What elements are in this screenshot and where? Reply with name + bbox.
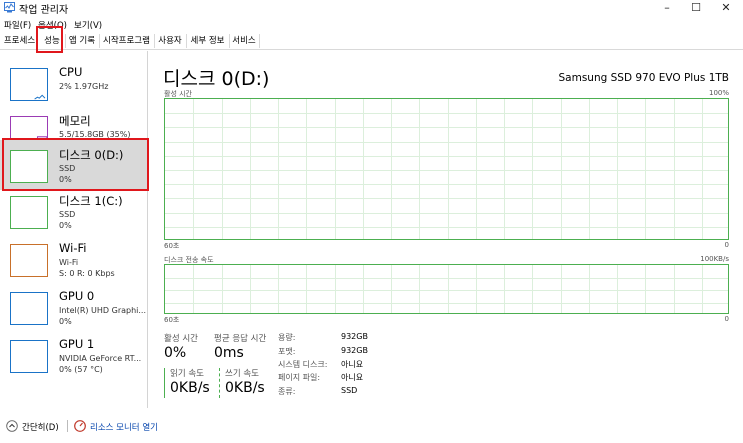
format-value: 932GB	[341, 346, 368, 355]
tab-processes[interactable]: 프로세스	[0, 34, 40, 48]
sidebar-item-label: GPU 0	[59, 289, 95, 303]
active-time-value: 0%	[164, 345, 187, 361]
write-speed-label: 쓰기 속도	[225, 369, 259, 379]
tab-performance[interactable]: 성능	[39, 34, 66, 48]
page-file-value: 아니요	[341, 373, 364, 382]
footer: 간단히(D) 리소스 모니터 열기	[0, 417, 743, 443]
sidebar-item-detail: 2% 1.97GHz	[59, 82, 109, 91]
footer-divider	[67, 420, 68, 432]
tab-users[interactable]: 사용자	[154, 34, 187, 48]
transfer-rate-grid	[165, 265, 728, 313]
sidebar-item-usage: 0% (57 °C)	[59, 365, 103, 374]
title-bar: 작업 관리자 – ☐ ✕	[0, 0, 743, 16]
menu-view[interactable]: 보기(V)	[74, 19, 102, 31]
graph2-max: 100KB/s	[700, 255, 729, 263]
format-label: 포맷:	[278, 347, 296, 356]
write-speed-value: 0KB/s	[225, 380, 265, 396]
read-speed-value: 0KB/s	[170, 380, 210, 396]
sidebar-item-detail: NVIDIA GeForce RT...	[59, 354, 142, 363]
sidebar-item-cpu[interactable]: CPU 2% 1.97GHz	[0, 60, 147, 108]
device-model: Samsung SSD 970 EVO Plus 1TB	[558, 72, 730, 84]
active-time-grid	[165, 99, 728, 239]
chevron-up-icon[interactable]	[6, 420, 18, 432]
transfer-rate-graph	[164, 264, 729, 314]
sidebar-item-disk-1[interactable]: 디스크 1(C:) SSD 0%	[0, 188, 147, 236]
tab-startup[interactable]: 시작프로그램	[99, 34, 155, 48]
minimize-button[interactable]: –	[652, 0, 682, 16]
sidebar-item-throughput: S: 0 R: 0 Kbps	[59, 269, 115, 278]
capacity-label: 용량:	[278, 333, 296, 342]
disk1-mini-graph	[10, 196, 48, 229]
cpu-mini-graph	[10, 68, 48, 101]
response-time-label: 평균 응답 시간	[214, 334, 267, 344]
graph1-time-label: 60초	[164, 242, 180, 250]
active-time-graph	[164, 98, 729, 240]
read-indicator	[164, 368, 165, 398]
sidebar-item-label: CPU	[59, 65, 83, 79]
gpu0-mini-graph	[10, 292, 48, 325]
sidebar-item-usage: 0%	[59, 175, 72, 184]
page-file-label: 페이지 파일:	[278, 373, 321, 382]
sidebar-item-gpu-1[interactable]: GPU 1 NVIDIA GeForce RT... 0% (57 °C)	[0, 332, 147, 380]
menu-options[interactable]: 옵션(O)	[38, 19, 67, 31]
response-time-value: 0ms	[214, 345, 244, 361]
graph2-time-label: 60초	[164, 316, 180, 324]
tab-bar: 프로세스 성능 앱 기록 시작프로그램 사용자 세부 정보 서비스	[0, 34, 743, 50]
sidebar-item-detail: Intel(R) UHD Graphi...	[59, 306, 147, 315]
read-speed-label: 읽기 속도	[170, 369, 204, 379]
tab-services[interactable]: 서비스	[229, 34, 260, 48]
collapse-button[interactable]: 간단히(D)	[22, 421, 59, 433]
task-manager-icon	[4, 2, 15, 13]
page-title: 디스크 0(D:)	[163, 68, 270, 90]
graph1-max: 100%	[708, 89, 729, 97]
capacity-value: 932GB	[341, 332, 368, 341]
sidebar-item-detail: SSD	[59, 164, 76, 173]
sidebar-item-label: 메모리	[59, 114, 91, 128]
sidebar-item-detail: 5.5/15.8GB (35%)	[59, 130, 131, 139]
resource-monitor-icon[interactable]	[74, 420, 86, 432]
menu-file[interactable]: 파일(F)	[4, 19, 31, 31]
write-indicator	[219, 368, 220, 398]
gpu1-mini-graph	[10, 340, 48, 373]
sidebar-item-label: 디스크 1(C:)	[59, 194, 123, 208]
system-disk-value: 아니요	[341, 360, 364, 369]
wifi-mini-graph	[10, 244, 48, 277]
sidebar-item-detail: Wi-Fi	[59, 258, 79, 267]
tab-details[interactable]: 세부 정보	[186, 34, 230, 48]
tab-app-history[interactable]: 앱 기록	[65, 34, 100, 48]
window-title: 작업 관리자	[19, 5, 69, 16]
sidebar-item-detail: SSD	[59, 210, 76, 219]
sidebar-item-wifi[interactable]: Wi-Fi Wi-Fi S: 0 R: 0 Kbps	[0, 236, 147, 284]
sidebar: CPU 2% 1.97GHz 메모리 5.5/15.8GB (35%) 디스크 …	[0, 51, 148, 408]
system-disk-label: 시스템 디스크:	[278, 360, 328, 369]
type-label: 종류:	[278, 387, 296, 396]
sidebar-item-label: GPU 1	[59, 337, 95, 351]
resource-monitor-link[interactable]: 리소스 모니터 열기	[90, 421, 158, 433]
disk0-mini-graph	[10, 150, 48, 183]
sidebar-item-usage: 0%	[59, 221, 72, 230]
sidebar-item-usage: 0%	[59, 317, 72, 326]
active-time-label: 활성 시간	[164, 334, 198, 344]
sidebar-item-gpu-0[interactable]: GPU 0 Intel(R) UHD Graphi... 0%	[0, 284, 147, 332]
graph2-min: 0	[724, 315, 729, 323]
sidebar-item-label: 디스크 0(D:)	[59, 148, 124, 162]
sidebar-item-disk-0[interactable]: 디스크 0(D:) SSD 0%	[0, 140, 147, 190]
close-button[interactable]: ✕	[711, 0, 741, 16]
maximize-button[interactable]: ☐	[681, 0, 711, 16]
graph1-min: 0	[724, 241, 729, 249]
sidebar-item-label: Wi-Fi	[59, 241, 87, 255]
type-value: SSD	[341, 386, 358, 395]
